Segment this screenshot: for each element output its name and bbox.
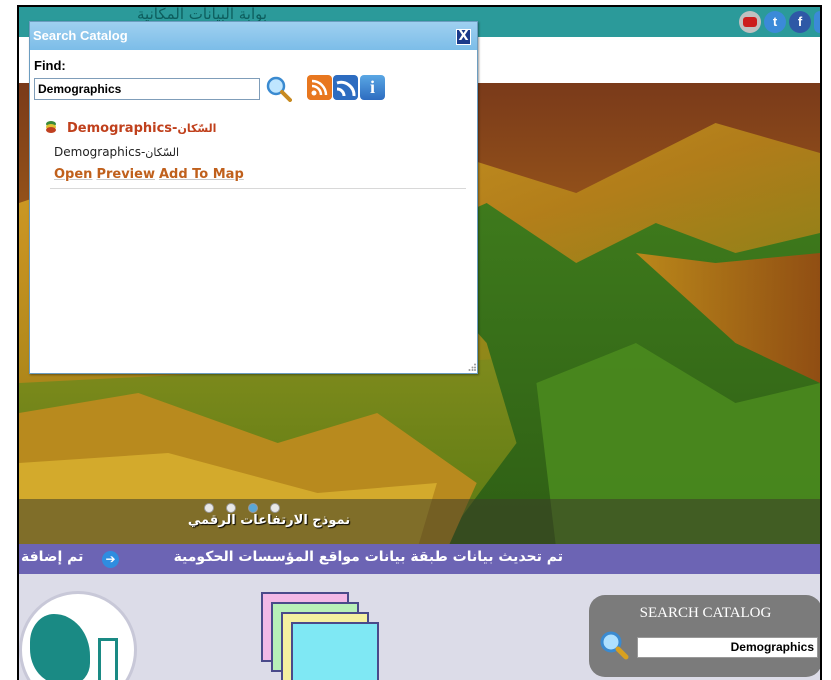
youtube-icon[interactable] (739, 11, 761, 33)
slide-caption: نموذج الارتفاعات الرقمي (187, 513, 351, 528)
result-title-en[interactable]: Demographics- (67, 121, 177, 136)
dialog-title: Search Catalog (33, 28, 128, 43)
social-icon-cut[interactable] (814, 11, 820, 33)
slider-dots (204, 503, 280, 513)
slider-dot-active[interactable] (248, 503, 258, 513)
bottom-section: SEARCH CATALOG Demographics (19, 574, 820, 680)
catalog-search-input[interactable]: Demographics (637, 637, 818, 658)
layer-stack-icon (46, 121, 56, 133)
georss-icon[interactable] (333, 75, 358, 100)
result-subtitle-ar: السّكان (145, 146, 180, 159)
search-icon[interactable] (266, 76, 292, 102)
result-title-ar[interactable]: السّكان (177, 122, 216, 135)
facebook-icon[interactable]: f (789, 11, 811, 33)
result-actions: Open Preview Add To Map (54, 167, 248, 182)
search-catalog-widget: SEARCH CATALOG Demographics (589, 595, 820, 677)
portal-title[interactable]: بوابة البيانات المكانية (137, 7, 267, 21)
globe-icon[interactable] (19, 591, 137, 680)
preview-link[interactable]: Preview (96, 167, 155, 182)
result-subtitle: Demographics-السّكان (54, 145, 179, 159)
search-icon[interactable] (599, 630, 629, 660)
find-input[interactable]: Demographics (34, 78, 260, 100)
twitter-icon[interactable]: t (764, 11, 786, 33)
rss-icon[interactable] (307, 75, 332, 100)
arrow-left-icon[interactable]: ➔ (102, 551, 119, 568)
find-label: Find: (34, 58, 66, 73)
add-to-map-link[interactable]: Add To Map (159, 167, 244, 182)
globe-bar (98, 638, 118, 680)
find-area: Find: Demographics i (30, 50, 477, 132)
slider-dot[interactable] (270, 503, 280, 513)
result-title[interactable]: Demographics-السّكان (67, 121, 216, 136)
info-icon[interactable]: i (360, 75, 385, 100)
search-catalog-title: SEARCH CATALOG (639, 605, 772, 621)
layers-stack-icon[interactable] (261, 592, 381, 680)
ticker-item[interactable]: تم تحديث بيانات طبقة بيانات مواقع المؤسس… (143, 549, 563, 565)
dialog-titlebar[interactable]: Search Catalog X (30, 22, 477, 50)
slider-dot[interactable] (204, 503, 214, 513)
caption-band (19, 499, 820, 550)
search-catalog-dialog: Search Catalog X Find: Demographics i De… (29, 21, 478, 374)
slider-dot[interactable] (226, 503, 236, 513)
open-link[interactable]: Open (54, 167, 92, 182)
ticker-item[interactable]: تم إضافة (21, 549, 83, 565)
result-subtitle-en: Demographics- (54, 145, 146, 159)
resize-grip-icon[interactable] (468, 363, 477, 372)
news-ticker: تم إضافة ➔ تم تحديث بيانات طبقة بيانات م… (19, 544, 820, 574)
divider (50, 188, 466, 189)
globe-land (30, 614, 90, 680)
close-button[interactable]: X (456, 29, 471, 45)
